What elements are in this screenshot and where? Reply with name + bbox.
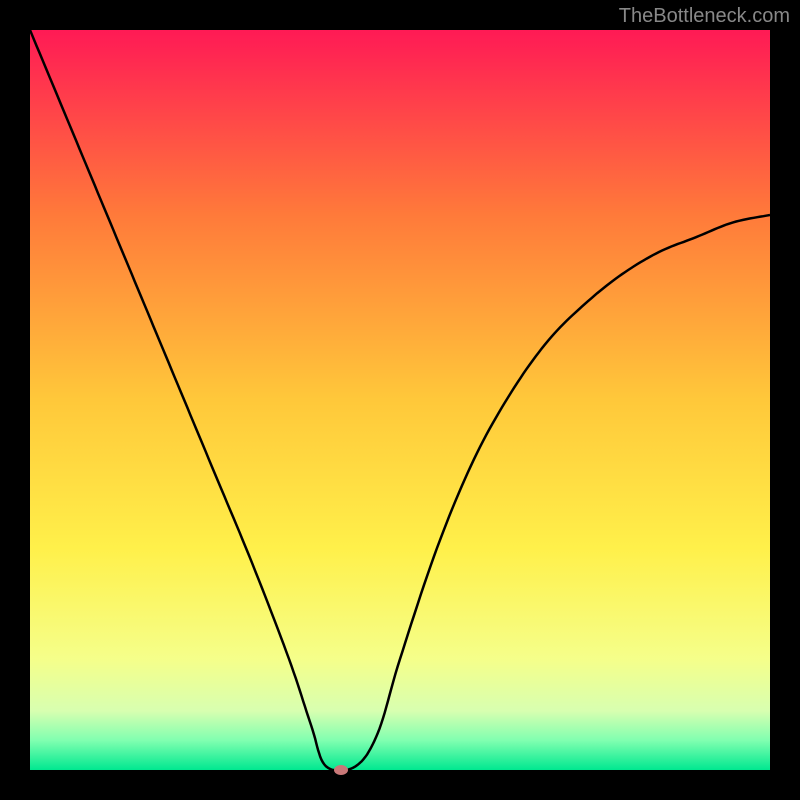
watermark-text: TheBottleneck.com bbox=[619, 5, 790, 28]
bottleneck-curve bbox=[30, 30, 770, 770]
optimal-point-marker bbox=[334, 765, 348, 775]
chart-container: TheBottleneck.com bbox=[0, 0, 800, 800]
curve-overlay bbox=[30, 30, 770, 770]
plot-area bbox=[30, 30, 770, 770]
